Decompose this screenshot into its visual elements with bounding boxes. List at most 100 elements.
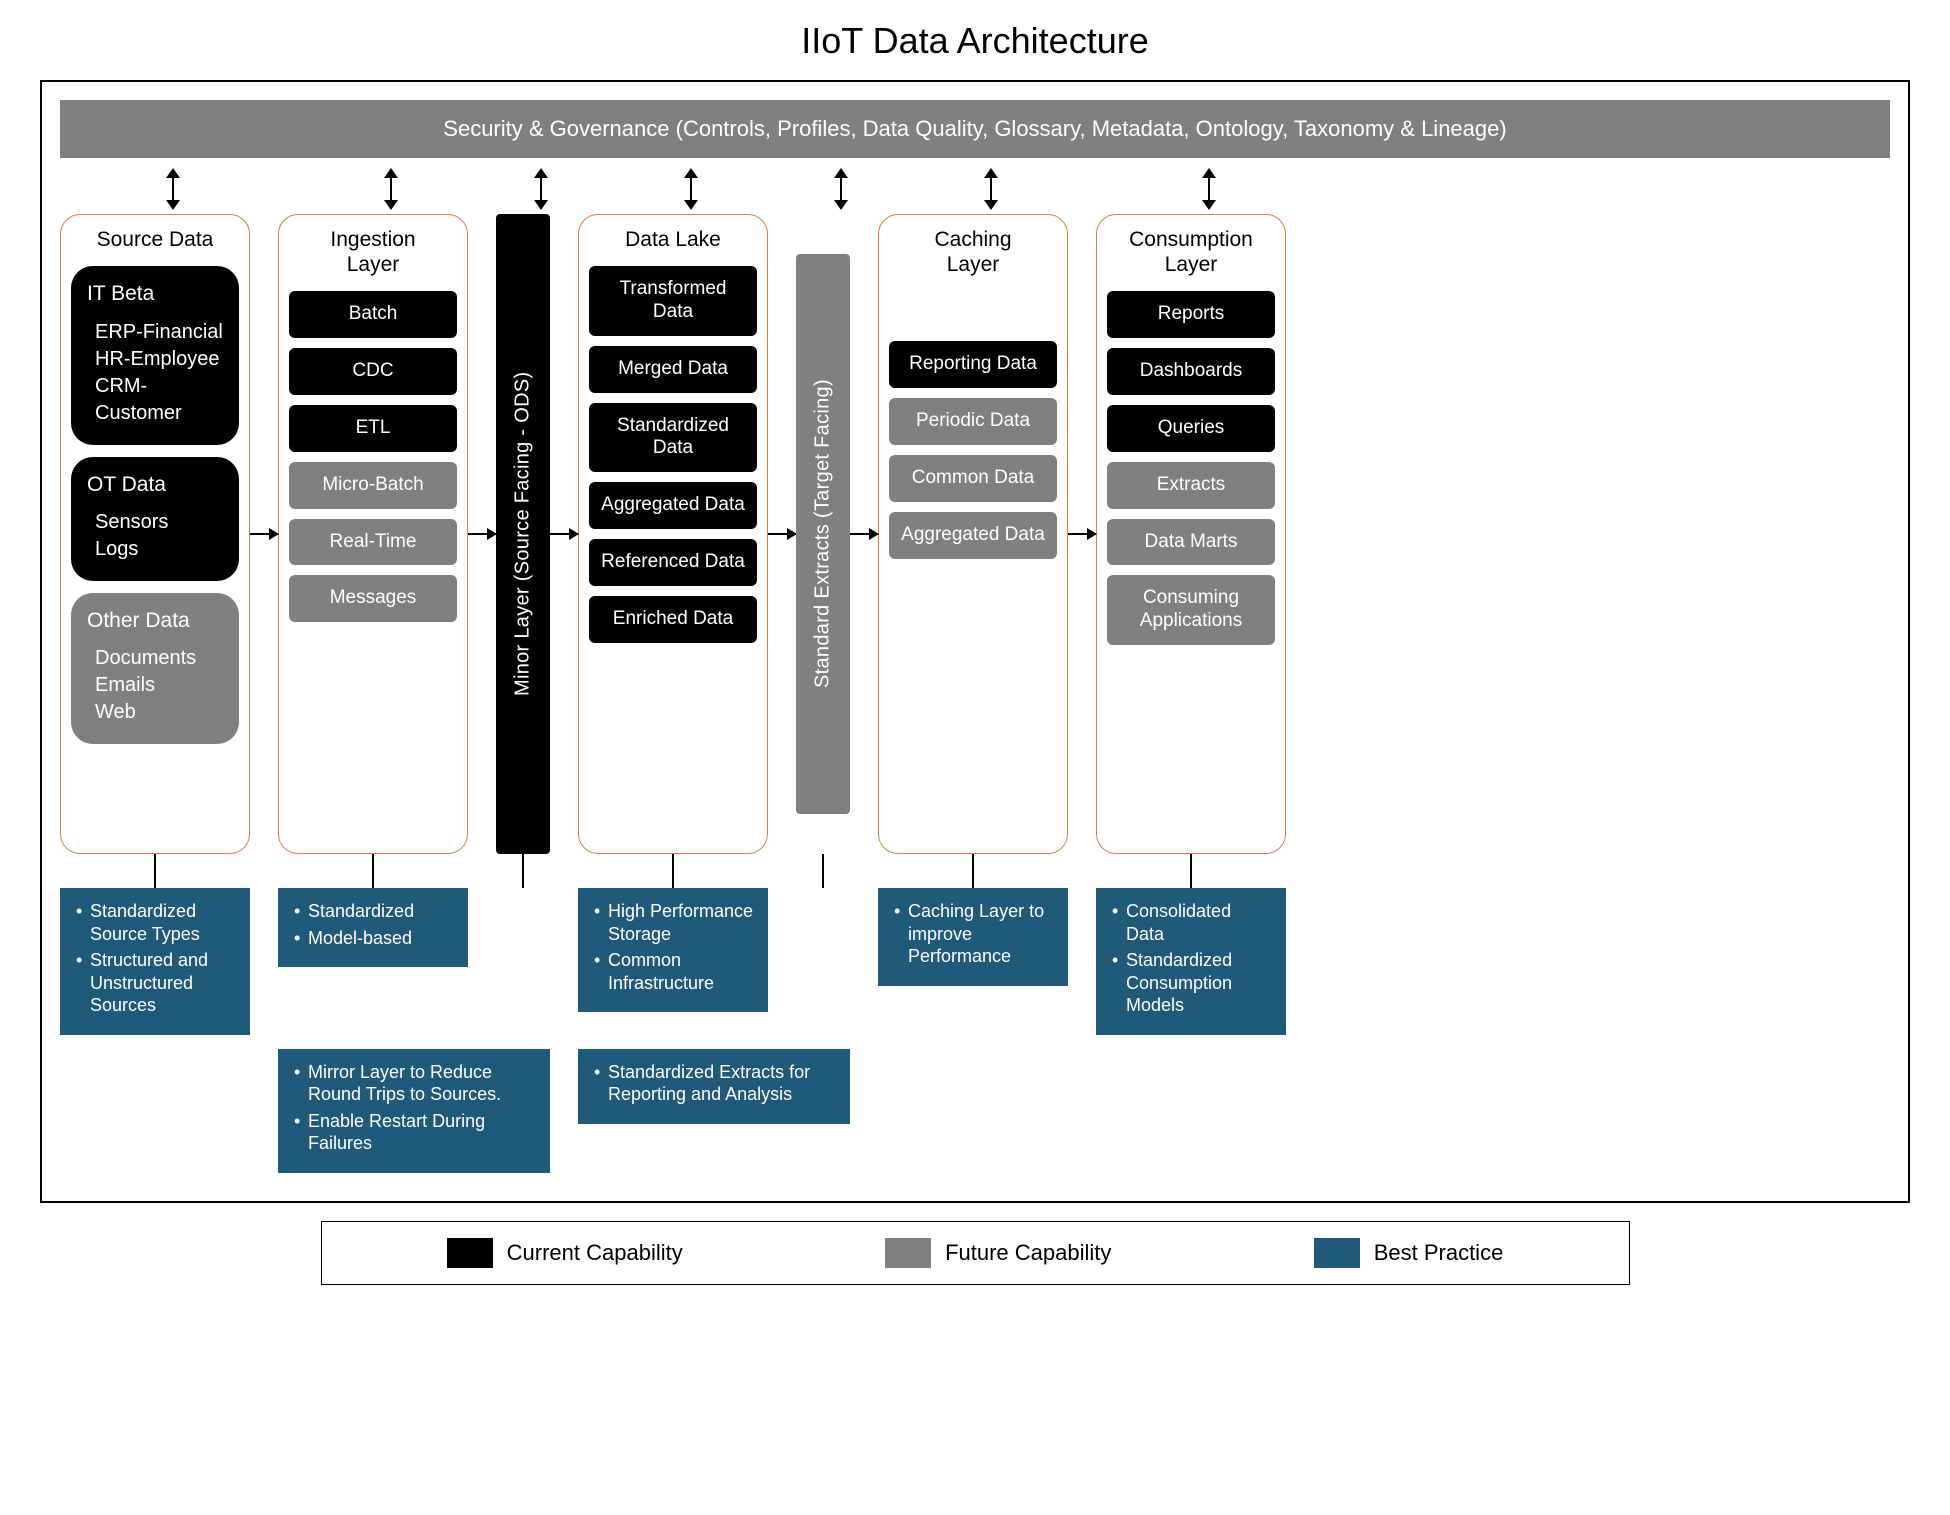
extracts-note: Standardized Extracts for Reporting and … xyxy=(578,1049,850,1124)
bidir-arrow-icon xyxy=(831,168,851,210)
source-block-heading: Other Data xyxy=(87,607,223,635)
ingestion-item: Messages xyxy=(289,575,457,622)
data-lake-panel: Data Lake Transformed Data Merged Data S… xyxy=(578,214,768,854)
flow-arrow xyxy=(468,214,496,854)
source-block-line: HR-Employee xyxy=(87,346,223,373)
note-line: Enable Restart During Failures xyxy=(294,1110,538,1155)
note-line: High Performance Storage xyxy=(594,900,756,945)
source-block-it: IT Beta ERP-Financial HR-Employee CRM-Cu… xyxy=(71,266,239,444)
connector-line-icon xyxy=(822,854,824,888)
connector-line-icon xyxy=(372,854,374,888)
caching-item: Reporting Data xyxy=(889,341,1057,388)
consumption-item: Dashboards xyxy=(1107,348,1275,395)
columns-row: Source Data IT Beta ERP-Financial HR-Emp… xyxy=(60,214,1890,854)
arrow-right-icon xyxy=(850,533,878,535)
ingestion-item: CDC xyxy=(289,348,457,395)
bidir-arrow-icon xyxy=(381,168,401,210)
consumption-item: Extracts xyxy=(1107,462,1275,509)
datalake-note: High Performance Storage Common Infrastr… xyxy=(578,888,768,1012)
note-connectors xyxy=(60,854,1890,888)
connector-line-icon xyxy=(154,854,156,888)
legend-future: Future Capability xyxy=(885,1238,1111,1268)
flow-arrow xyxy=(250,214,278,854)
connector-line-icon xyxy=(522,854,524,888)
source-block-line: Emails xyxy=(87,672,223,699)
bidir-arrow-icon xyxy=(163,168,183,210)
swatch-icon xyxy=(885,1238,931,1268)
note-line: Standardized xyxy=(294,900,456,923)
source-block-line: ERP-Financial xyxy=(87,319,223,346)
swatch-icon xyxy=(1314,1238,1360,1268)
source-data-panel: Source Data IT Beta ERP-Financial HR-Emp… xyxy=(60,214,250,854)
connector-line-icon xyxy=(972,854,974,888)
bidir-arrow-icon xyxy=(981,168,1001,210)
ingestion-item: ETL xyxy=(289,405,457,452)
note-line: Standardized Source Types xyxy=(76,900,238,945)
source-block-line: Sensors xyxy=(87,509,223,536)
consumption-item: Consuming Applications xyxy=(1107,575,1275,645)
legend-current: Current Capability xyxy=(447,1238,683,1268)
notes-row-lower: Mirror Layer to Reduce Round Trips to So… xyxy=(60,1049,1890,1173)
arrow-right-icon xyxy=(768,533,796,535)
caching-note: Caching Layer to improve Performance xyxy=(878,888,1068,986)
datalake-item: Standardized Data xyxy=(589,403,757,473)
notes-row-upper: Standardized Source Types Structured and… xyxy=(60,888,1890,1035)
flow-arrow xyxy=(1068,214,1096,854)
note-line: Mirror Layer to Reduce Round Trips to So… xyxy=(294,1061,538,1106)
consumption-item: Data Marts xyxy=(1107,519,1275,566)
panel-title: Ingestion Layer xyxy=(289,227,457,277)
connector-line-icon xyxy=(1190,854,1192,888)
note-line: Caching Layer to improve Performance xyxy=(894,900,1056,968)
ingestion-item: Batch xyxy=(289,291,457,338)
consumption-panel: Consumption Layer Reports Dashboards Que… xyxy=(1096,214,1286,854)
arrow-right-icon xyxy=(550,533,578,535)
caching-item: Periodic Data xyxy=(889,398,1057,445)
swatch-icon xyxy=(447,1238,493,1268)
legend-best: Best Practice xyxy=(1314,1238,1504,1268)
source-block-other: Other Data Documents Emails Web xyxy=(71,593,239,744)
caching-item: Aggregated Data xyxy=(889,512,1057,559)
bidir-arrow-icon xyxy=(1199,168,1219,210)
governance-bar: Security & Governance (Controls, Profile… xyxy=(60,100,1890,158)
note-line: Consolidated Data xyxy=(1112,900,1274,945)
datalake-item: Merged Data xyxy=(589,346,757,393)
ingestion-panel: Ingestion Layer Batch CDC ETL Micro-Batc… xyxy=(278,214,468,854)
standard-extracts-bar: Standard Extracts (Target Facing) xyxy=(796,254,850,814)
arrow-right-icon xyxy=(468,533,496,535)
diagram-title: IIoT Data Architecture xyxy=(40,20,1910,62)
caching-panel: Caching Layer Reporting Data Periodic Da… xyxy=(878,214,1068,854)
source-note: Standardized Source Types Structured and… xyxy=(60,888,250,1035)
source-block-heading: OT Data xyxy=(87,471,223,499)
bidir-arrow-icon xyxy=(681,168,701,210)
datalake-item: Aggregated Data xyxy=(589,482,757,529)
arrow-right-icon xyxy=(1068,533,1096,535)
flow-arrow xyxy=(768,214,796,854)
note-line: Standardized Consumption Models xyxy=(1112,949,1274,1017)
ingestion-item: Real-Time xyxy=(289,519,457,566)
ingestion-note: Standardized Model-based xyxy=(278,888,468,967)
note-line: Common Infrastructure xyxy=(594,949,756,994)
consumption-note: Consolidated Data Standardized Consumpti… xyxy=(1096,888,1286,1035)
note-line: Structured and Unstructured Sources xyxy=(76,949,238,1017)
ingestion-item: Micro-Batch xyxy=(289,462,457,509)
note-line: Standardized Extracts for Reporting and … xyxy=(594,1061,838,1106)
legend: Current Capability Future Capability Bes… xyxy=(321,1221,1630,1285)
arrow-right-icon xyxy=(250,533,278,535)
datalake-item: Enriched Data xyxy=(589,596,757,643)
governance-arrows xyxy=(60,168,1890,210)
note-line: Model-based xyxy=(294,927,456,950)
datalake-item: Transformed Data xyxy=(589,266,757,336)
legend-label: Best Practice xyxy=(1374,1240,1504,1266)
caching-item: Common Data xyxy=(889,455,1057,502)
legend-label: Future Capability xyxy=(945,1240,1111,1266)
source-block-ot: OT Data Sensors Logs xyxy=(71,457,239,581)
legend-label: Current Capability xyxy=(507,1240,683,1266)
panel-title: Source Data xyxy=(71,227,239,252)
source-block-line: Logs xyxy=(87,536,223,563)
source-block-line: Web xyxy=(87,699,223,726)
connector-line-icon xyxy=(672,854,674,888)
mirror-layer-bar: Minor Layer (Source Facing - ODS) xyxy=(496,214,550,854)
datalake-item: Referenced Data xyxy=(589,539,757,586)
bidir-arrow-icon xyxy=(531,168,551,210)
source-block-heading: IT Beta xyxy=(87,280,223,308)
